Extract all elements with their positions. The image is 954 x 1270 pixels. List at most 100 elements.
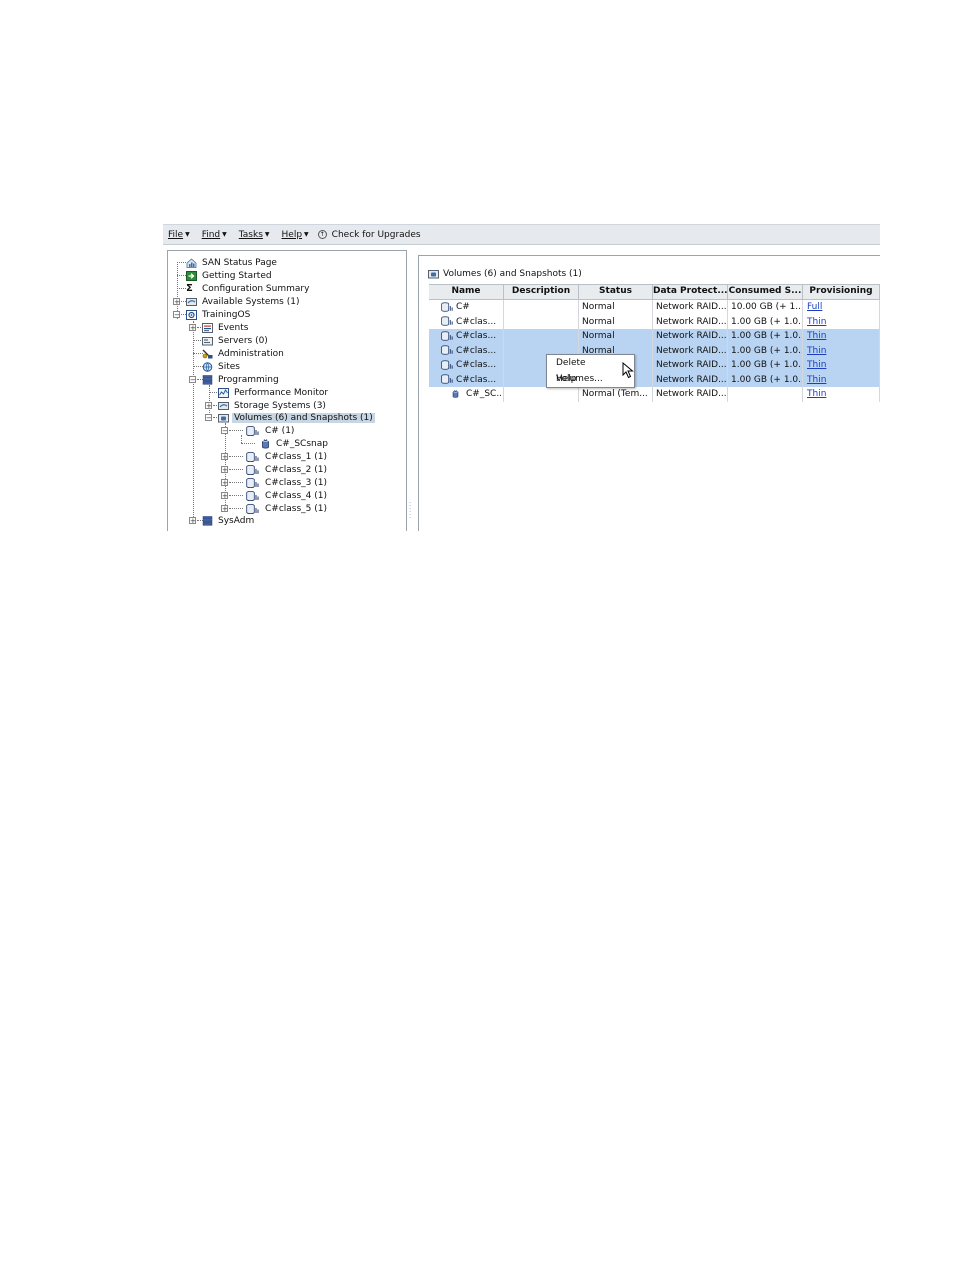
tree-item-volume-c[interactable]: C# (1) [246,424,296,437]
expand-toggle[interactable]: + [221,453,228,461]
tree-item-label: SysAdm [218,515,255,526]
cell-description [504,329,579,344]
table-row[interactable]: C#clas... Network RAID... 1.00 GB (+ 1.0..… [429,372,880,387]
tree-item-sysadm[interactable]: SysAdm [202,514,256,527]
globe-icon [202,361,213,372]
tree-item-volume-class-4[interactable]: C#class_4 (1) [246,489,329,502]
check-for-upgrades-label: Check for Upgrades [331,229,421,240]
cell-name: C#clas... [429,358,504,373]
menu-help[interactable]: Help ▼ [282,230,309,240]
provisioning-link[interactable]: Full [806,302,822,312]
cell-data-protection: Network RAID... [653,372,728,387]
tree-item-volume-class-1[interactable]: C#class_1 (1) [246,450,329,463]
provisioning-link[interactable]: Thin [806,375,826,385]
cell-consumed-space: 1.00 GB (+ 1.0... [728,314,803,329]
cell-data-protection: Network RAID... [653,329,728,344]
volume-icon [246,490,259,501]
table-row[interactable]: C#clas... Normal Network RAID... 1.00 GB (+… [429,343,880,358]
table-row[interactable]: C#clas... Network RAID... 1.00 GB (+ 1.0..… [429,358,880,373]
menu-file[interactable]: File ▼ [168,230,190,240]
expand-toggle[interactable]: + [221,466,228,474]
panel-title: Volumes (6) and Snapshots (1) [428,269,582,279]
tree-item-label: Servers (0) [218,335,268,346]
expand-toggle[interactable]: + [221,479,228,487]
storage-system-icon [186,297,197,306]
cell-status: Normal [579,314,653,329]
tree-connector [229,495,243,496]
collapse-toggle[interactable]: − [173,311,180,319]
tree-item-sites[interactable]: Sites [202,360,242,373]
tree-item-programming[interactable]: Programming [202,373,281,386]
cell-status: Normal [579,329,653,344]
column-header-data-protection[interactable]: Data Protect... [653,285,728,299]
tree-item-available-systems[interactable]: Available Systems (1) [186,295,301,308]
tree-connector [177,262,186,263]
tree-connector [177,288,186,289]
tree-item-volume-class-5[interactable]: C#class_5 (1) [246,502,329,515]
expand-toggle[interactable]: + [205,402,212,410]
check-for-upgrades-button[interactable]: ↑ Check for Upgrades [317,229,421,240]
expand-toggle[interactable]: + [221,492,228,500]
table-row[interactable]: C#_SC... Normal (Tem... Network RAID... Thi… [429,387,880,402]
servers-icon [202,336,213,345]
centralized-management-console: File ▼ Find ▼ Tasks ▼ Help ▼ ↑ Check for… [163,224,880,531]
expand-toggle[interactable]: + [221,505,228,513]
cell-consumed-space: 1.00 GB (+ 1.0... [728,329,803,344]
tree-item-label: SAN Status Page [202,257,277,268]
provisioning-link[interactable]: Thin [806,360,826,370]
menu-find[interactable]: Find ▼ [202,230,227,240]
cell-provisioning: Thin [803,329,880,344]
tree-item-events[interactable]: Events [202,321,250,334]
column-header-consumed-space[interactable]: Consumed S... [728,285,803,299]
tree-item-san-status[interactable]: SAN Status Page [186,256,279,269]
tree-item-getting-started[interactable]: Getting Started [186,269,274,282]
tree-item-volumes-and-snapshots[interactable]: Volumes (6) and Snapshots (1) [218,411,375,424]
menu-tasks-label: Tasks [238,229,263,240]
tree-item-trainingos[interactable]: TrainingOS [186,308,252,321]
tree-item-snapshot[interactable]: C#_SCsnap [260,437,330,450]
provisioning-link[interactable]: Thin [806,346,826,356]
volume-icon [246,503,259,514]
column-header-description[interactable]: Description [504,285,579,299]
tree-item-volume-class-2[interactable]: C#class_2 (1) [246,463,329,476]
tree-item-volume-class-3[interactable]: C#class_3 (1) [246,476,329,489]
expand-toggle[interactable]: + [173,298,180,306]
tree-connector [241,435,242,443]
tree-item-label: Volumes (6) and Snapshots (1) [232,412,375,423]
collapse-toggle[interactable]: − [205,414,212,422]
provisioning-link[interactable]: Thin [806,389,826,399]
table-row[interactable]: C#clas... Normal Network RAID... 1.00 GB (+… [429,314,880,329]
table-row[interactable]: C# Normal Network RAID... 10.00 GB (+ 1....… [429,300,880,315]
table-row[interactable]: C#clas... Normal Network RAID... 1.00 GB (+… [429,329,880,344]
context-menu-delete-volumes[interactable]: Delete Volumes... [547,355,634,384]
expand-toggle[interactable]: + [189,517,196,525]
collapse-toggle[interactable]: − [189,376,196,384]
expand-toggle[interactable]: + [189,324,196,332]
tree-item-configuration-summary[interactable]: Σ Configuration Summary [186,282,311,295]
sigma-icon: Σ [186,282,193,294]
caret-down-icon: ▼ [304,231,309,238]
mouse-pointer-icon [622,362,634,379]
collapse-toggle[interactable]: − [221,427,228,435]
column-header-name[interactable]: Name [429,285,504,299]
cell-data-protection: Network RAID... [653,343,728,358]
cell-consumed-space: 1.00 GB (+ 1.0... [728,358,803,373]
panel-splitter-handle[interactable]: · · · · · · [409,500,413,522]
cell-name: C#clas... [429,314,504,329]
tree-item-performance-monitor[interactable]: Performance Monitor [218,386,330,399]
tree-item-servers[interactable]: Servers (0) [202,334,270,347]
provisioning-link[interactable]: Thin [806,317,826,327]
column-header-provisioning[interactable]: Provisioning [803,285,880,299]
tree-item-label: C#class_5 (1) [265,503,328,514]
tree-item-administration[interactable]: Administration [202,347,286,360]
menu-tasks[interactable]: Tasks ▼ [239,230,270,240]
cell-name: C# [429,300,504,315]
tree-item-label: C#_SCsnap [276,438,328,449]
provisioning-link[interactable]: Thin [806,331,826,341]
tree-item-label: TrainingOS [202,309,251,320]
tree-connector [229,508,243,509]
cell-name: C#clas... [429,343,504,358]
column-header-status[interactable]: Status [579,285,653,299]
cell-provisioning: Thin [803,314,880,329]
volume-icon [441,301,453,312]
